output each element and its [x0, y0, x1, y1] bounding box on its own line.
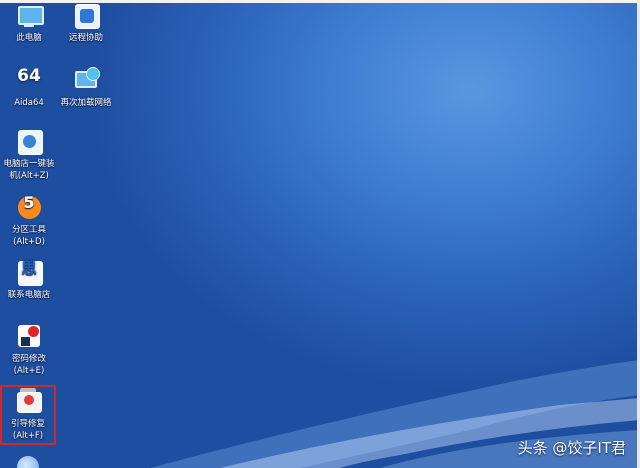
icon-label: 远程协助 [68, 33, 103, 43]
desktop-icon-this-pc[interactable]: 此电脑 [0, 2, 58, 44]
desktop-icon-boot-repair[interactable]: 引导修复 (Alt+F) [0, 385, 56, 445]
desktop-icon-aida64[interactable]: 64 Aida64 [0, 67, 58, 109]
icon-label-line2: 机(Alt+Z) [9, 171, 49, 181]
partition-tool-icon: 5 [14, 194, 44, 222]
icon-label-line2: (Alt+F) [12, 431, 44, 441]
desktop-icon-remote-assist[interactable]: 远程协助 [57, 2, 115, 44]
aida64-icon: 64 [17, 66, 41, 86]
icon-label: 密码修改 [11, 354, 46, 364]
desktop-icon-password-tool[interactable]: 密码修改 (Alt+E) [0, 323, 58, 377]
desktop-icon-partition-tool[interactable]: 5 分区工具 (Alt+D) [0, 194, 58, 248]
desktop-wallpaper: 此电脑 远程协助 64 Aida64 再次加载网络 电脑店一键装 机(Alt+Z… [0, 0, 640, 468]
icon-label: 联系电脑店 [7, 290, 51, 300]
icon-label: 分区工具 [11, 225, 46, 235]
boot-repair-icon [13, 388, 43, 416]
desktop-icon-one-click-install[interactable]: 电脑店一键装 机(Alt+Z) [0, 128, 58, 182]
frame-border-top [0, 0, 640, 3]
icon-label: 电脑店一键装 [3, 159, 55, 169]
one-click-install-icon [14, 128, 44, 156]
icon-label: Aida64 [14, 98, 44, 108]
desktop-icon-network-reload[interactable]: 再次加载网络 [57, 67, 115, 109]
icon-label-line2: (Alt+E) [13, 366, 45, 376]
watermark: 头条 @饺子IT君 [517, 439, 626, 457]
icon-label: 再次加载网络 [60, 98, 112, 108]
icon-label: 此电脑 [16, 33, 42, 43]
contact-store-icon: 思 [14, 259, 44, 287]
password-tool-icon [14, 323, 44, 351]
icon-label-line2: (Alt+D) [13, 237, 45, 247]
remote-assist-icon [71, 2, 101, 30]
this-pc-icon [14, 2, 44, 30]
network-reload-icon [71, 67, 101, 95]
icon-label: 引导修复 [10, 419, 45, 429]
desktop-icon-contact-store[interactable]: 思 联系电脑店 [0, 259, 58, 301]
